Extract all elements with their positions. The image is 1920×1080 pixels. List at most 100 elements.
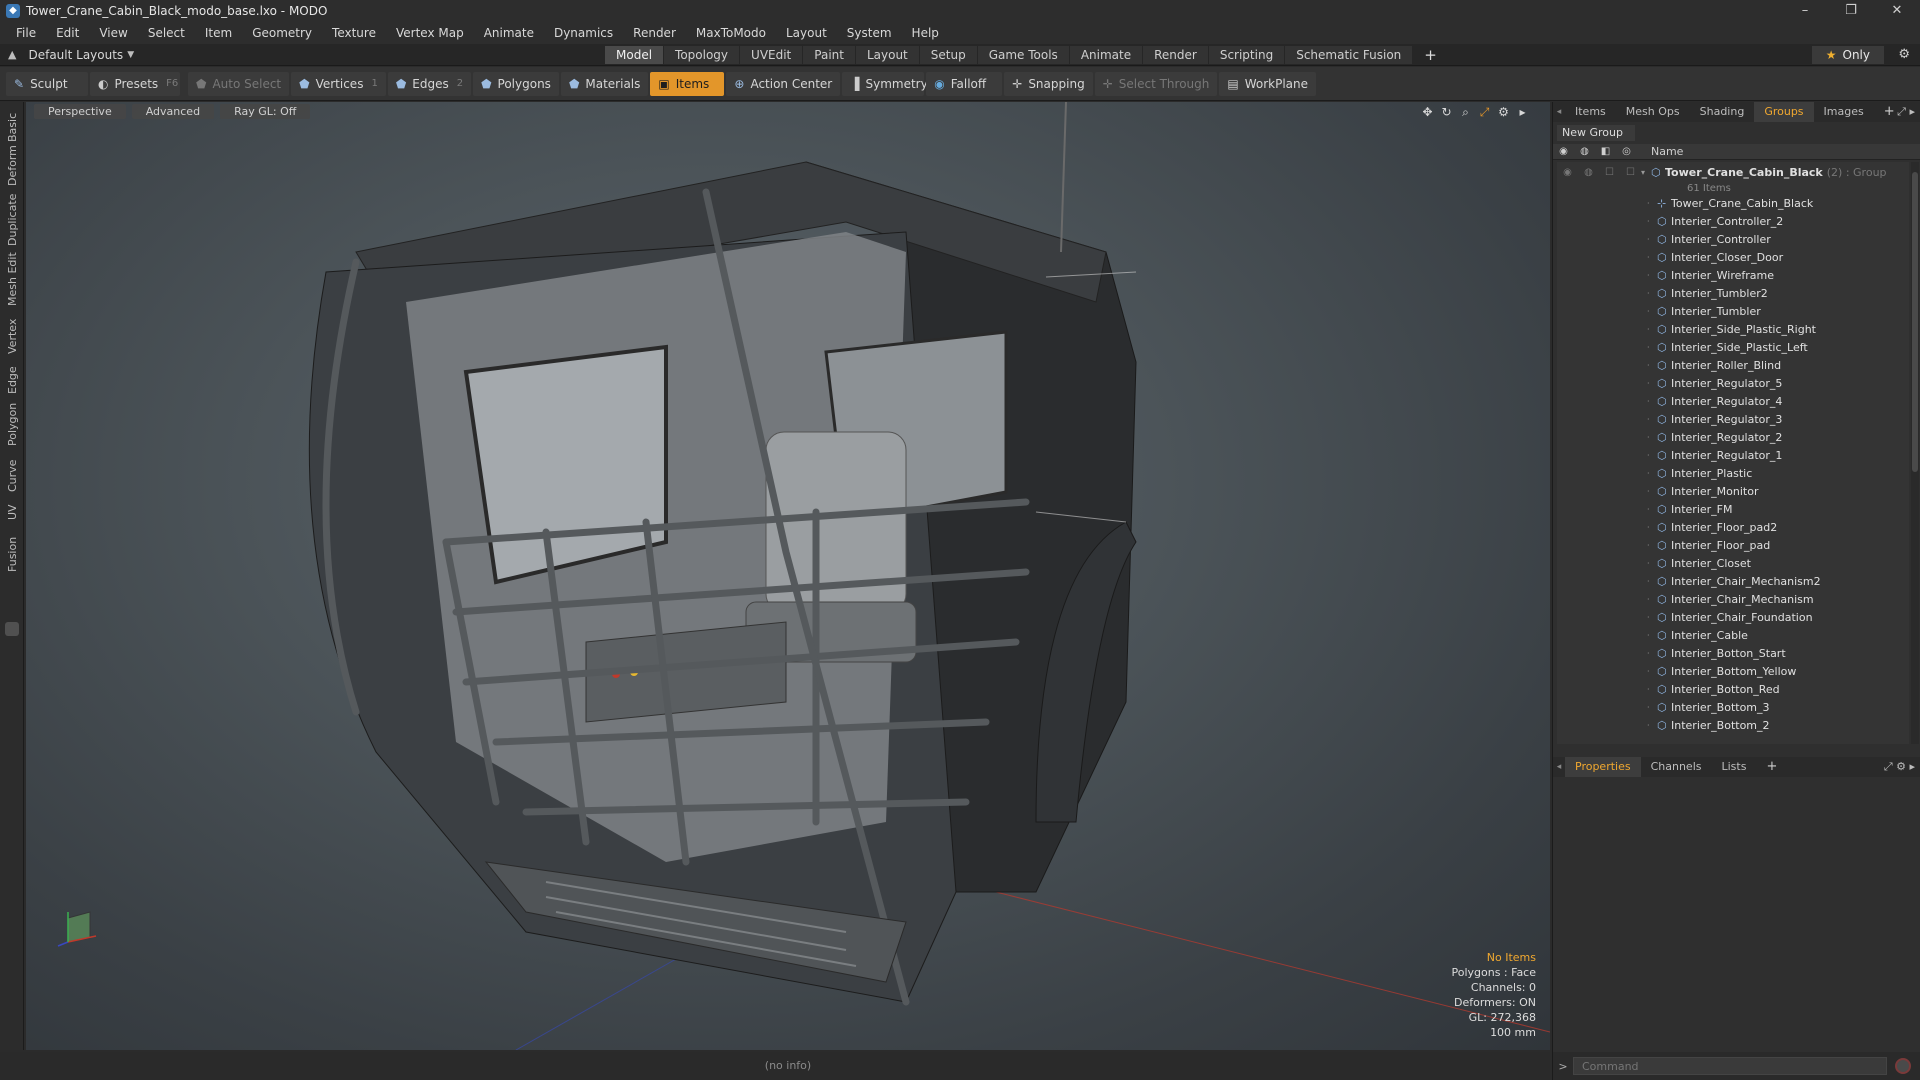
tab-animate[interactable]: Animate — [1069, 46, 1143, 64]
render-toggle-icon[interactable]: ◍ — [1578, 167, 1599, 178]
list-item[interactable]: · ⬡ Interier_Regulator_3 — [1557, 410, 1909, 428]
select-through-button[interactable]: ✛ Select Through — [1094, 71, 1218, 96]
list-item[interactable]: · ⬡ Interier_Controller — [1557, 230, 1909, 248]
tab-uvedit[interactable]: UVEdit — [740, 46, 803, 64]
list-item[interactable]: · ⬡ Interier_Bottom_3 — [1557, 698, 1909, 716]
list-item[interactable]: · ⬡ Interier_Chair_Mechanism2 — [1557, 572, 1909, 590]
menu-select[interactable]: Select — [138, 22, 195, 44]
menu-maxtomodo[interactable]: MaxToModo — [686, 22, 776, 44]
select-toggle-icon[interactable]: ☐ — [1620, 167, 1641, 178]
list-item[interactable]: · ⬡ Interier_Botton_Red — [1557, 680, 1909, 698]
list-item[interactable]: · ⬡ Interier_Tumbler — [1557, 302, 1909, 320]
collapse-triangle-icon[interactable]: ▾ — [1641, 168, 1651, 177]
auto-select-button[interactable]: ⬟ Auto Select — [188, 71, 290, 96]
tab-render[interactable]: Render — [1143, 46, 1208, 64]
gear-icon[interactable]: ⚙ — [1898, 46, 1910, 64]
expand-arrow-icon[interactable]: ▸ — [1513, 104, 1532, 120]
scrollbar-thumb[interactable] — [1912, 172, 1918, 472]
snapping-button[interactable]: ✛ Snapping — [1004, 71, 1093, 96]
tab-mesh-ops[interactable]: Mesh Ops — [1616, 102, 1690, 122]
list-item[interactable]: · ⬡ Interier_Closer_Door — [1557, 248, 1909, 266]
shading-mode-button[interactable]: Advanced — [131, 104, 215, 119]
close-button[interactable]: ✕ — [1874, 0, 1920, 22]
list-item[interactable]: · ⬡ Interier_Monitor — [1557, 482, 1909, 500]
view-mode-button[interactable]: Perspective — [34, 104, 126, 119]
pan-icon[interactable]: ✥ — [1418, 104, 1437, 120]
render-column-icon[interactable]: ◍ — [1574, 146, 1595, 157]
list-item[interactable]: · ⬡ Interier_FM — [1557, 500, 1909, 518]
eye-icon[interactable]: ◉ — [1557, 167, 1578, 178]
tab-game-tools[interactable]: Game Tools — [977, 46, 1069, 64]
tab-images[interactable]: Images — [1814, 102, 1874, 122]
tab-schematic-fusion[interactable]: Schematic Fusion — [1285, 46, 1413, 64]
list-item[interactable]: · ⬡ Interier_Bottom_Yellow — [1557, 662, 1909, 680]
panel-expand-icon[interactable]: ⤢ ⚙ ▸ — [1884, 757, 1915, 777]
tab-shading[interactable]: Shading — [1690, 102, 1755, 122]
record-macro-icon[interactable] — [1895, 1058, 1911, 1074]
tab-lists[interactable]: Lists — [1712, 757, 1757, 777]
panel-collapse-icon[interactable]: ◂ — [1553, 762, 1565, 772]
tab-channels[interactable]: Channels — [1641, 757, 1712, 777]
select-column-icon[interactable]: ◎ — [1616, 146, 1637, 157]
list-item[interactable]: · ⬡ Interier_Regulator_1 — [1557, 446, 1909, 464]
raygl-button[interactable]: Ray GL: Off — [220, 104, 311, 119]
panel-expand-icon[interactable]: ⤢ ▸ — [1897, 102, 1915, 122]
list-item[interactable]: · ⬡ Interier_Floor_pad — [1557, 536, 1909, 554]
command-input[interactable] — [1573, 1057, 1887, 1075]
visibility-column-icon[interactable]: ◉ — [1553, 146, 1574, 157]
tab-properties[interactable]: Properties — [1565, 757, 1641, 777]
list-item[interactable]: · ⬡ Interier_Chair_Foundation — [1557, 608, 1909, 626]
tab-model[interactable]: Model — [605, 46, 664, 64]
list-item[interactable]: · ⬡ Interier_Side_Plastic_Left — [1557, 338, 1909, 356]
group-list[interactable]: ◉ ◍ ☐ ☐ ▾ ⬡ Tower_Crane_Cabin_Black (2) : G… — [1557, 162, 1909, 744]
panel-collapse-icon[interactable]: ◂ — [1553, 107, 1565, 117]
sidebar-toggle-button[interactable] — [5, 622, 19, 636]
workplane-button[interactable]: ▤ WorkPlane — [1219, 71, 1317, 96]
tab-groups[interactable]: Groups — [1754, 102, 1814, 122]
menu-file[interactable]: File — [6, 22, 46, 44]
minimize-button[interactable]: – — [1782, 0, 1828, 22]
name-column-header[interactable]: Name — [1651, 145, 1683, 158]
menu-vertex-map[interactable]: Vertex Map — [386, 22, 474, 44]
materials-button[interactable]: ⬟ Materials — [560, 71, 649, 96]
symmetry-button[interactable]: ▐ Symmetry — [842, 71, 928, 96]
edges-button[interactable]: ⬟ Edges 2 — [387, 71, 472, 96]
presets-button[interactable]: ◐ Presets F6 — [90, 71, 180, 96]
tab-layout[interactable]: Layout — [855, 46, 919, 64]
list-item[interactable]: · ⬡ Interier_Plastic — [1557, 464, 1909, 482]
tab-scripting[interactable]: Scripting — [1208, 46, 1285, 64]
menu-item[interactable]: Item — [195, 22, 242, 44]
list-item[interactable]: · ⬡ Interier_Botton_Start — [1557, 644, 1909, 662]
layout-selector[interactable]: ▲ Default Layouts ▼ — [0, 48, 600, 62]
list-item[interactable]: · ⬡ Interier_Wireframe — [1557, 266, 1909, 284]
list-item[interactable]: · ⬡ Interier_Closet — [1557, 554, 1909, 572]
fit-icon[interactable]: ⤢ — [1475, 104, 1494, 120]
menu-texture[interactable]: Texture — [322, 22, 386, 44]
polygons-button[interactable]: ⬟ Polygons — [473, 71, 559, 96]
rotate-icon[interactable]: ↻ — [1437, 104, 1456, 120]
add-tab-button[interactable]: + — [1413, 46, 1448, 64]
list-item[interactable]: · ⬡ Interier_Regulator_5 — [1557, 374, 1909, 392]
tab-paint[interactable]: Paint — [803, 46, 855, 64]
menu-help[interactable]: Help — [902, 22, 949, 44]
lock-column-icon[interactable]: ◧ — [1595, 146, 1616, 157]
group-list-scrollbar[interactable] — [1911, 162, 1919, 744]
tab-setup[interactable]: Setup — [919, 46, 977, 64]
list-item[interactable]: · ⬡ Interier_Controller_2 — [1557, 212, 1909, 230]
menu-view[interactable]: View — [89, 22, 137, 44]
list-item[interactable]: · ⬡ Interier_Chair_Mechanism — [1557, 590, 1909, 608]
restore-button[interactable]: ❐ — [1828, 0, 1874, 22]
list-item[interactable]: · ⬡ Interier_Tumbler2 — [1557, 284, 1909, 302]
sculpt-button[interactable]: ✎ Sculpt — [6, 71, 88, 96]
zoom-icon[interactable]: ⌕ — [1456, 104, 1475, 120]
list-item[interactable]: · ⬡ Interier_Cable — [1557, 626, 1909, 644]
lock-toggle-icon[interactable]: ☐ — [1599, 167, 1620, 178]
list-item[interactable]: · ⬡ Interier_Bottom_2 — [1557, 716, 1909, 734]
falloff-button[interactable]: ◉ Falloff — [926, 71, 1003, 96]
menu-render[interactable]: Render — [623, 22, 686, 44]
3d-viewport[interactable]: Perspective Advanced Ray GL: Off ✥ ↻ ⌕ ⤢… — [26, 102, 1550, 1050]
add-panel-tab-button[interactable]: + — [1756, 757, 1787, 777]
tab-topology[interactable]: Topology — [664, 46, 740, 64]
action-center-button[interactable]: ⊕ Action Center — [726, 71, 841, 96]
list-item[interactable]: · ⬡ Interier_Roller_Blind — [1557, 356, 1909, 374]
